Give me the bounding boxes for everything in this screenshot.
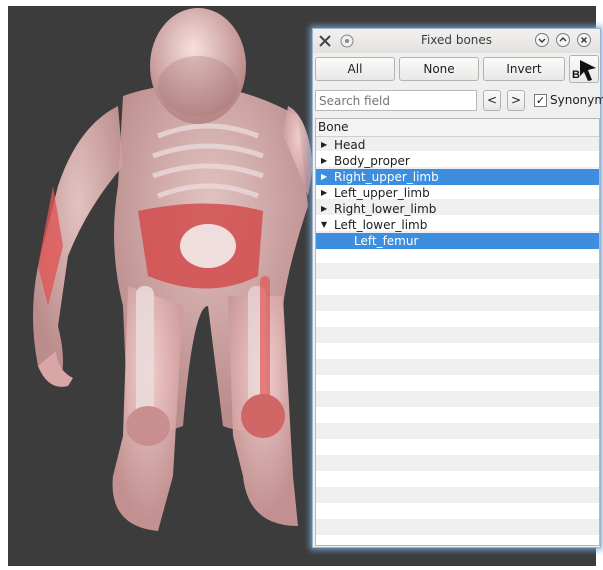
previous-match-button[interactable]: < bbox=[483, 90, 501, 111]
search-input[interactable] bbox=[315, 90, 477, 111]
tree-row-left-upper-limb[interactable]: ▶ Left_upper_limb bbox=[316, 185, 599, 201]
tree-row-left-lower-limb[interactable]: ▼ Left_lower_limb bbox=[316, 217, 599, 233]
chevron-up-icon[interactable] bbox=[556, 33, 570, 47]
expand-arrow-icon[interactable]: ▶ bbox=[321, 153, 327, 169]
arrow-cursor-icon bbox=[580, 60, 596, 81]
invert-selection-button[interactable]: Invert bbox=[483, 57, 565, 81]
window-title: Fixed bones bbox=[420, 33, 493, 47]
tree-row-label: Right_lower_limb bbox=[334, 202, 437, 216]
tree-column-header[interactable]: Bone bbox=[316, 119, 599, 137]
chevron-down-icon[interactable] bbox=[535, 33, 549, 47]
tree-row-right-lower-limb[interactable]: ▶ Right_lower_limb bbox=[316, 201, 599, 217]
tree-row-left-femur[interactable]: Left_femur bbox=[316, 233, 599, 249]
close-icon[interactable] bbox=[577, 33, 591, 47]
tree-row-label: Head bbox=[334, 138, 366, 152]
select-all-button[interactable]: All bbox=[315, 57, 395, 81]
expand-arrow-icon[interactable]: ▶ bbox=[321, 201, 327, 217]
tree-row-body-proper[interactable]: ▶ Body_proper bbox=[316, 153, 599, 169]
tree-row-label: Right_upper_limb bbox=[334, 170, 439, 184]
tree-row-label: Left_femur bbox=[354, 234, 419, 248]
tree-row-label: Left_lower_limb bbox=[334, 218, 428, 232]
collapse-arrow-icon[interactable]: ▼ bbox=[321, 217, 327, 233]
expand-arrow-icon[interactable]: ▶ bbox=[321, 185, 327, 201]
synonym-checkbox[interactable]: ✓ bbox=[534, 94, 547, 107]
fixed-bones-panel: Fixed bones All None Invert B < > ✓ Syno… bbox=[312, 28, 603, 548]
expand-arrow-icon[interactable]: ▶ bbox=[321, 169, 327, 185]
bone-tree[interactable]: Bone ▶ Head ▶ Body_proper ▶ Right_upper_… bbox=[315, 118, 600, 546]
wrench-screwdriver-icon bbox=[317, 33, 333, 49]
select-none-button[interactable]: None bbox=[399, 57, 479, 81]
synonym-label: Synonym bbox=[550, 93, 603, 107]
tree-row-label: Body_proper bbox=[334, 154, 410, 168]
tree-row-right-upper-limb[interactable]: ▶ Right_upper_limb bbox=[316, 169, 599, 185]
tree-row-head[interactable]: ▶ Head bbox=[316, 137, 599, 153]
next-match-button[interactable]: > bbox=[507, 90, 525, 111]
pin-icon[interactable] bbox=[339, 33, 355, 49]
expand-arrow-icon[interactable]: ▶ bbox=[321, 137, 327, 153]
bone-picker-button[interactable]: B bbox=[569, 55, 599, 83]
tree-row-label: Left_upper_limb bbox=[334, 186, 430, 200]
title-bar[interactable]: Fixed bones bbox=[313, 29, 600, 53]
